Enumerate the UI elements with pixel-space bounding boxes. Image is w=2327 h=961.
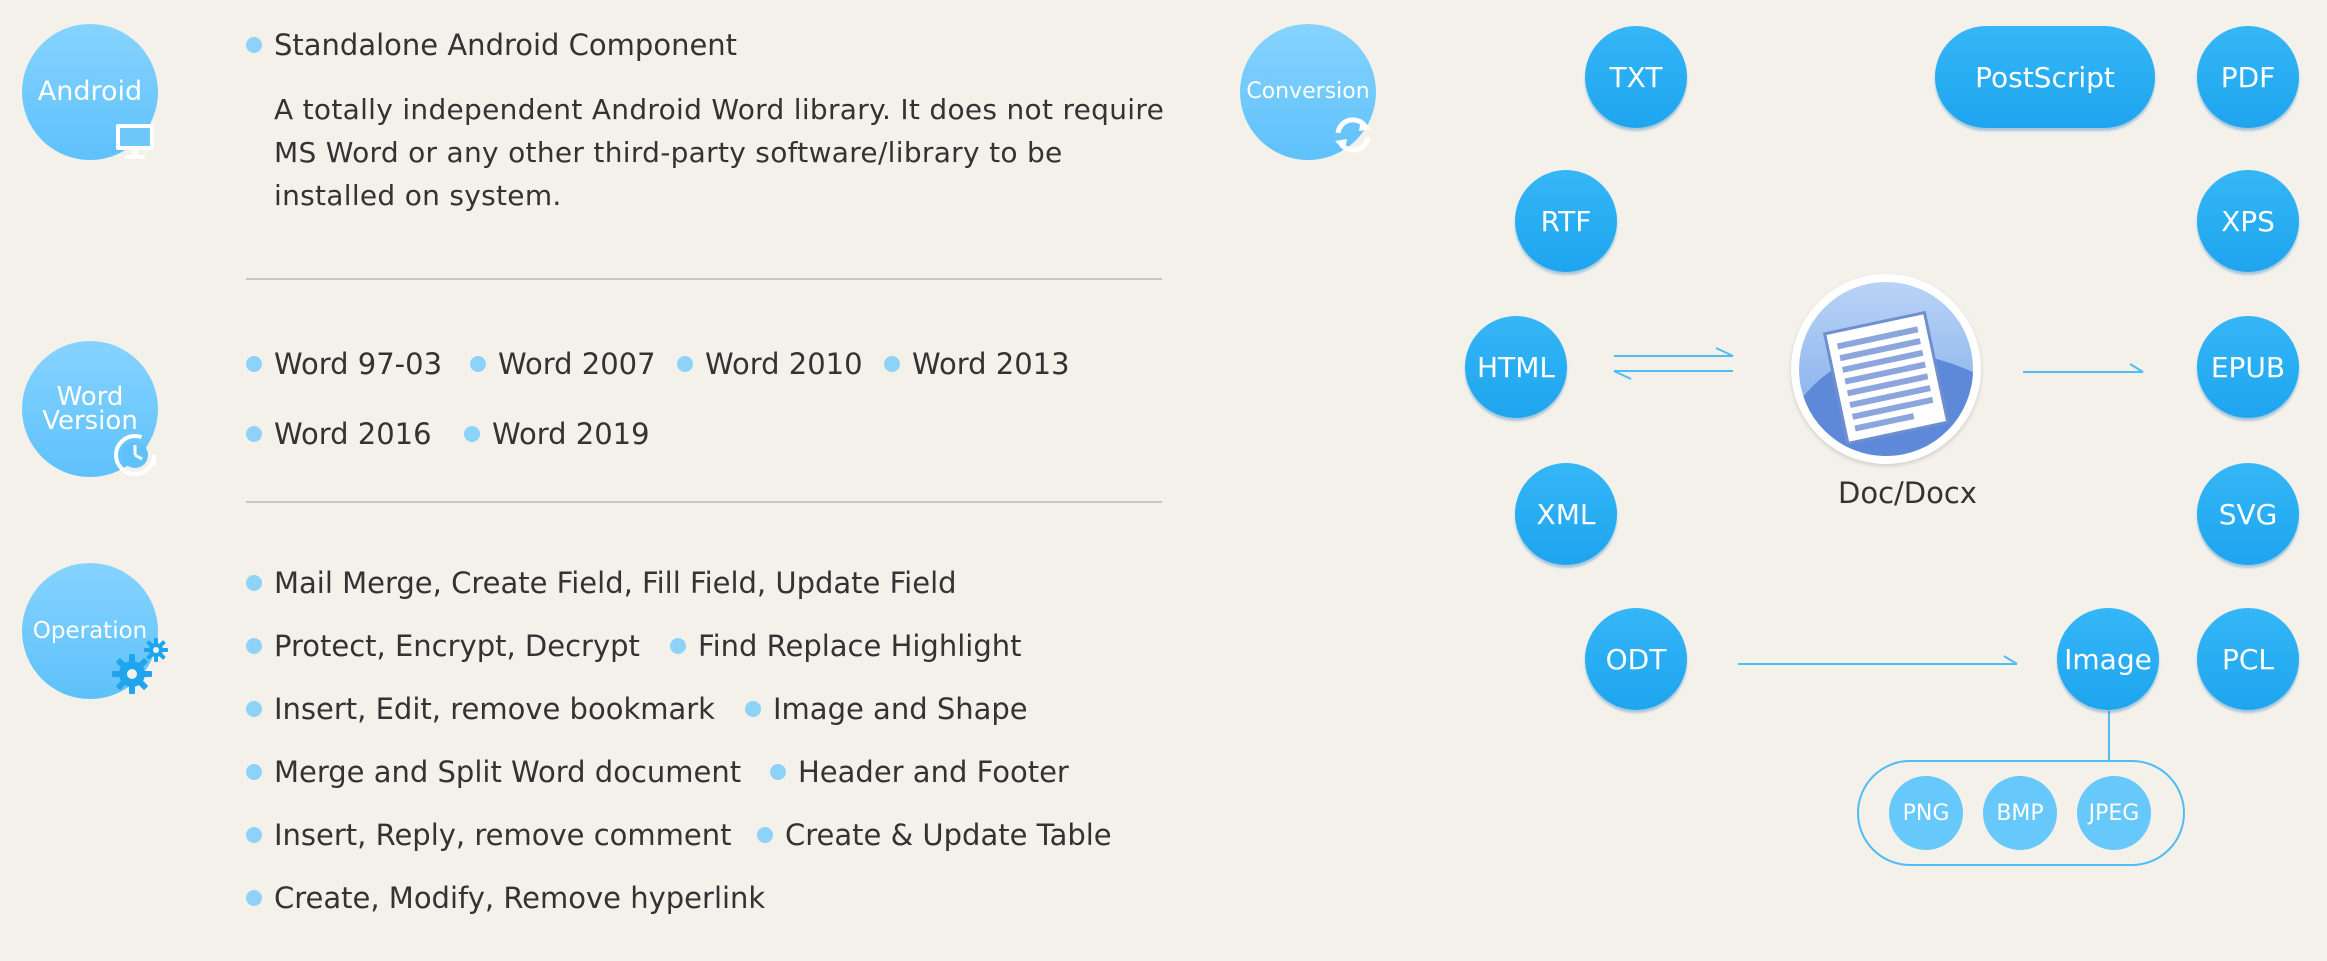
format-postscript: PostScript bbox=[1935, 26, 2155, 128]
word-version-badge-line2: Version bbox=[42, 406, 138, 436]
format-txt: TXT bbox=[1585, 26, 1687, 128]
format-odt: ODT bbox=[1585, 608, 1687, 710]
format-image: Image bbox=[2057, 608, 2159, 710]
android-badge-label: Android bbox=[37, 76, 143, 107]
doc-circle bbox=[1791, 274, 1981, 464]
format-epub: EPUB bbox=[2197, 316, 2299, 418]
format-xps: XPS bbox=[2197, 170, 2299, 272]
format-rtf: RTF bbox=[1515, 170, 1617, 272]
document-icon bbox=[1799, 282, 1973, 456]
format-xml: XML bbox=[1515, 463, 1617, 565]
conversion-badge-label: Conversion bbox=[1246, 79, 1370, 104]
format-pdf: PDF bbox=[2197, 26, 2299, 128]
format-bmp: BMP bbox=[1983, 776, 2057, 850]
format-jpeg: JPEG bbox=[2077, 776, 2151, 850]
format-png: PNG bbox=[1889, 776, 1963, 850]
doc-docx-label: Doc/Docx bbox=[1838, 476, 1977, 510]
format-html: HTML bbox=[1465, 316, 1567, 418]
operation-badge-label: Operation bbox=[32, 618, 148, 644]
format-pcl: PCL bbox=[2197, 608, 2299, 710]
format-svg: SVG bbox=[2197, 463, 2299, 565]
